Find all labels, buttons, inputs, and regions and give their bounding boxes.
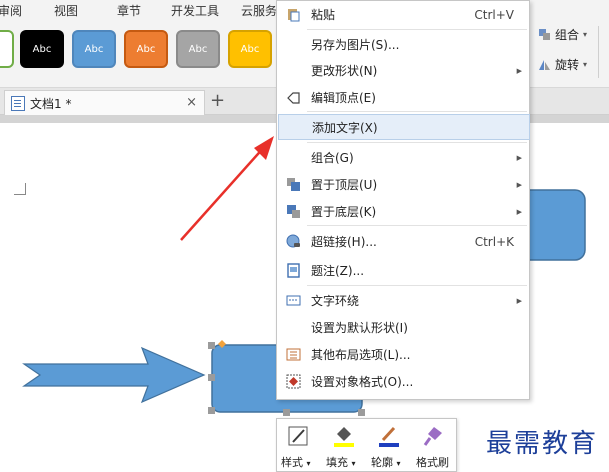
- selection-handle[interactable]: [208, 342, 215, 349]
- menu-item-label: 置于顶层(U): [311, 178, 378, 192]
- submenu-arrow-icon: ▶: [516, 66, 522, 75]
- menu-separator: [307, 225, 527, 226]
- menu-item-paste[interactable]: 粘贴 Ctrl+V: [278, 2, 530, 27]
- menu-item-caption[interactable]: 题注(Z)...: [278, 258, 530, 283]
- shape-mini-toolbar: 样式 ▾ 填充 ▾ 轮廓 ▾ 格式刷: [276, 418, 457, 472]
- menu-item-set-default-shape[interactable]: 设置为默认形状(I): [278, 315, 530, 340]
- menu-item-format-object[interactable]: 设置对象格式(O)...: [278, 369, 530, 394]
- button-label: 格式刷: [416, 456, 449, 469]
- caption-icon: [287, 263, 300, 278]
- menu-item-other-layout[interactable]: 其他布局选项(L)...: [278, 342, 530, 367]
- chevron-down-icon: ▾: [351, 459, 356, 468]
- submenu-arrow-icon: ▶: [516, 207, 522, 216]
- wps-writer-window: 审阅 视图 章节 开发工具 云服务 Abc Abc Abc Abc Abc 组合…: [0, 0, 609, 472]
- menu-item-group[interactable]: 组合(G) ▶: [278, 145, 530, 170]
- menu-separator: [307, 142, 527, 143]
- submenu-arrow-icon: ▶: [516, 296, 522, 305]
- style-label: 样式 ▾: [281, 454, 311, 470]
- format-object-icon: [286, 374, 301, 389]
- layout-icon: [286, 348, 301, 361]
- menu-item-label: 组合(G): [311, 151, 354, 165]
- hyperlink-icon: [286, 234, 300, 248]
- context-menu: 粘贴 Ctrl+V 另存为图片(S)... 更改形状(N) ▶ 编辑顶点(E) …: [276, 0, 530, 400]
- selection-handle[interactable]: [358, 409, 365, 416]
- text-wrap-icon: [286, 295, 301, 306]
- format-painter-icon: [423, 427, 442, 446]
- menu-item-label: 文字环绕: [311, 294, 360, 308]
- selection-handle[interactable]: [283, 409, 290, 416]
- menu-item-hyperlink[interactable]: 超链接(H)... Ctrl+K: [278, 229, 530, 254]
- menu-item-text-wrap[interactable]: 文字环绕 ▶: [278, 288, 530, 313]
- outline-button[interactable]: 轮廓 ▾: [367, 419, 412, 472]
- menu-item-label: 编辑顶点(E): [311, 91, 376, 105]
- red-annotation-arrow-line: [180, 144, 267, 241]
- menu-item-label: 另存为图片(S)...: [311, 38, 400, 52]
- selection-handle[interactable]: [208, 407, 215, 414]
- menu-item-label: 更改形状(N): [311, 64, 378, 78]
- watermark: 最需教育: [486, 429, 599, 459]
- outline-icon: [379, 426, 399, 447]
- menu-item-label: 粘贴: [311, 8, 336, 22]
- menu-item-label: 设置对象格式(O)...: [311, 375, 414, 389]
- menu-item-save-as-image[interactable]: 另存为图片(S)...: [278, 32, 530, 57]
- fill-label: 填充 ▾: [326, 454, 356, 470]
- submenu-arrow-icon: ▶: [516, 180, 522, 189]
- chevron-down-icon: ▾: [396, 459, 401, 468]
- menu-item-add-text[interactable]: 添加文字(X): [278, 114, 530, 140]
- paste-icon: [288, 9, 300, 22]
- menu-item-send-to-back[interactable]: 置于底层(K) ▶: [278, 199, 530, 224]
- button-label: 轮廓: [371, 456, 393, 469]
- button-label: 样式: [281, 456, 303, 469]
- button-label: 填充: [326, 456, 348, 469]
- menu-separator: [307, 285, 527, 286]
- menu-item-label: 题注(Z)...: [311, 264, 365, 278]
- menu-item-label: 其他布局选项(L)...: [311, 348, 411, 362]
- shortcut-label: Ctrl+V: [474, 7, 514, 22]
- shortcut-label: Ctrl+K: [474, 234, 514, 249]
- menu-item-bring-to-front[interactable]: 置于顶层(U) ▶: [278, 172, 530, 197]
- menu-item-label: 添加文字(X): [312, 120, 378, 135]
- menu-item-label: 置于底层(K): [311, 205, 377, 219]
- menu-item-edit-points[interactable]: 编辑顶点(E): [278, 85, 530, 110]
- selection-handle[interactable]: [208, 374, 215, 381]
- right-arrow-shape[interactable]: [22, 346, 206, 404]
- edit-points-icon: [287, 92, 300, 104]
- menu-item-change-shape[interactable]: 更改形状(N) ▶: [278, 58, 530, 83]
- style-icon: [288, 426, 308, 446]
- chevron-down-icon: ▾: [306, 459, 311, 468]
- format-painter-button[interactable]: 格式刷: [412, 419, 457, 472]
- outline-label: 轮廓 ▾: [371, 454, 401, 470]
- menu-separator: [307, 111, 527, 112]
- menu-item-label: 设置为默认形状(I): [311, 321, 408, 335]
- bring-front-icon: [287, 178, 300, 191]
- style-button[interactable]: 样式 ▾: [277, 419, 322, 472]
- submenu-arrow-icon: ▶: [516, 153, 522, 162]
- fill-icon: [334, 427, 354, 447]
- send-back-icon: [287, 205, 300, 218]
- fill-button[interactable]: 填充 ▾: [322, 419, 367, 472]
- menu-separator: [307, 29, 527, 30]
- menu-item-label: 超链接(H)...: [311, 235, 377, 249]
